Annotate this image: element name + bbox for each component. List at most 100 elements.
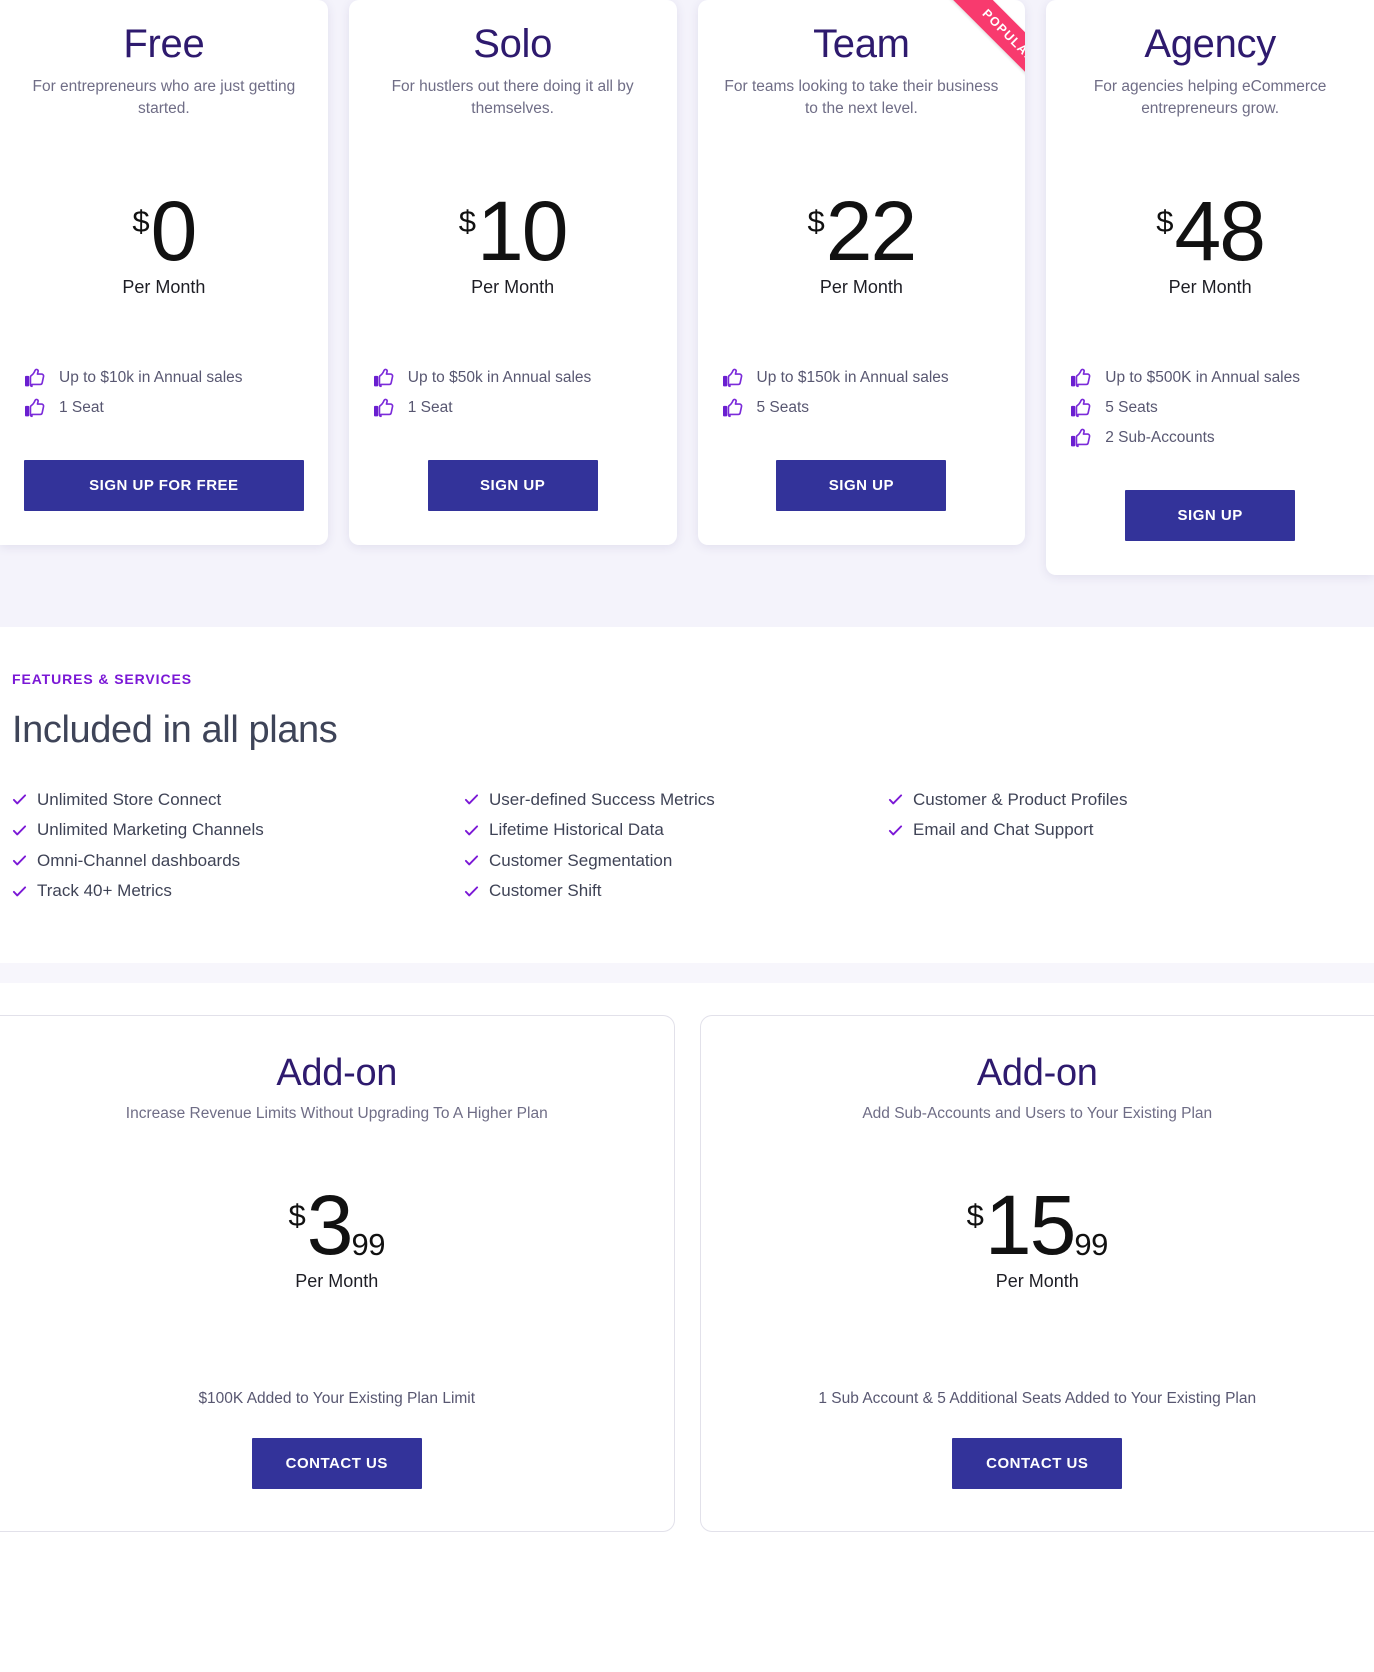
included-feature-item: Track 40+ Metrics [12, 881, 464, 901]
pricing-plans-section: Free For entrepreneurs who are just getti… [0, 0, 1374, 601]
addon-cta-wrap: CONTACT US [952, 1437, 1123, 1489]
thumbs-up-icon [24, 398, 46, 418]
price-amount: 48 [1174, 183, 1266, 278]
plan-feature-label: 1 Seat [407, 398, 453, 416]
features-column-2: User-defined Success Metrics Lifetime His… [464, 790, 888, 902]
addon-price-block: $3 99 Per Month [289, 1183, 386, 1292]
thumbs-up-icon [722, 368, 744, 388]
plan-feature-label: 5 Seats [1105, 398, 1158, 416]
check-icon [12, 853, 27, 868]
price-period: Per Month [295, 1270, 379, 1291]
addon-note: 1 Sub Account & 5 Additional Seats Added… [818, 1389, 1257, 1407]
included-feature-label: Omni-Channel dashboards [37, 850, 241, 870]
plan-feature-list: Up to $150k in Annual sales 5 Seats [722, 368, 1002, 418]
plan-feature-label: Up to $150k in Annual sales [756, 368, 949, 386]
features-column-3: Customer & Product Profiles Email and Cha… [888, 790, 1362, 902]
price-period: Per Month [471, 276, 555, 297]
check-icon [888, 823, 903, 838]
plan-card-team: POPULAR Team For teams looking to take the… [697, 0, 1026, 545]
section-divider-band-lower [0, 963, 1374, 984]
price-period: Per Month [819, 276, 903, 297]
plan-price-block: $48 Per Month [1070, 183, 1350, 298]
features-eyebrow: FEATURES & SERVICES [12, 670, 192, 687]
plan-name: Free [123, 22, 205, 66]
price-amount: 15 [984, 1178, 1076, 1273]
features-title: Included in all plans [12, 708, 338, 751]
addon-note: $100K Added to Your Existing Plan Limit [198, 1389, 476, 1407]
plan-tagline: For hustlers out there doing it all by t… [391, 77, 634, 118]
included-feature-label: Lifetime Historical Data [489, 820, 664, 840]
included-feature-label: Customer & Product Profiles [913, 789, 1128, 809]
addon-name: Add-on [276, 1052, 398, 1095]
plan-card-agency: Agency For agencies helping eCommerce ent… [1046, 0, 1374, 575]
plan-price-line: $22 [722, 189, 1002, 273]
plan-feature-list: Up to $10k in Annual sales 1 Seat [24, 368, 304, 418]
price-period: Per Month [122, 276, 206, 297]
check-icon [12, 884, 27, 899]
plan-feature-item: 2 Sub-Accounts [1070, 428, 1350, 448]
included-feature-item: Unlimited Marketing Channels [12, 820, 464, 840]
plan-signup-button[interactable]: SIGN UP [776, 459, 947, 511]
plan-cta-wrap: SIGN UP [722, 418, 1002, 511]
plan-price-block: $0 Per Month [24, 183, 304, 298]
currency-symbol: $ [132, 203, 150, 239]
thumbs-up-icon [722, 398, 744, 418]
check-icon [464, 853, 479, 868]
section-divider-band [0, 600, 1374, 627]
plan-feature-item: 1 Seat [373, 398, 653, 418]
addon-price-line: $3 99 [289, 1183, 386, 1267]
plan-feature-label: 1 Seat [59, 398, 104, 416]
plan-card-solo: Solo For hustlers out there doing it all … [348, 0, 677, 545]
addon-contact-button[interactable]: CONTACT US [251, 1437, 422, 1489]
addon-price-block: $15 99 Per Month [967, 1178, 1109, 1292]
thumbs-up-icon [1070, 368, 1092, 388]
price-amount: 0 [150, 183, 198, 278]
addon-card-2: Add-on Add Sub-Accounts and Users to Your… [699, 1015, 1374, 1532]
plan-signup-button[interactable]: SIGN UP [427, 459, 598, 511]
plan-tagline: For entrepreneurs who are just getting s… [32, 77, 296, 118]
plan-price-line: $48 [1070, 183, 1350, 278]
included-features-section: FEATURES & SERVICES Included in all plan… [0, 626, 1374, 964]
plan-price-line: $0 [24, 183, 304, 278]
plan-cta-wrap: SIGN UP [373, 418, 653, 511]
plan-cta-wrap: SIGN UP [1070, 448, 1350, 541]
addon-tagline: Add Sub-Accounts and Users to Your Exist… [862, 1105, 1213, 1123]
price-cents: 99 [351, 1226, 385, 1262]
addons-section: Add-on Increase Revenue Limits Without Up… [0, 983, 1374, 1532]
plan-feature-item: Up to $10k in Annual sales [24, 368, 304, 388]
plan-feature-item: Up to $500K in Annual sales [1070, 368, 1350, 388]
plan-feature-item: Up to $150k in Annual sales [722, 368, 1002, 388]
included-feature-label: Unlimited Marketing Channels [37, 820, 264, 840]
pricing-plans-row: Free For entrepreneurs who are just getti… [0, 0, 1374, 575]
addons-row: Add-on Increase Revenue Limits Without Up… [0, 1015, 1374, 1532]
currency-symbol: $ [458, 203, 477, 239]
plan-feature-label: Up to $50k in Annual sales [407, 368, 592, 386]
price-period: Per Month [1168, 276, 1252, 297]
included-feature-label: Track 40+ Metrics [37, 881, 172, 901]
included-feature-label: Email and Chat Support [913, 820, 1094, 840]
addon-tagline: Increase Revenue Limits Without Upgradin… [125, 1105, 548, 1123]
plan-feature-list: Up to $500K in Annual sales 5 Seats 2 Sub-… [1070, 368, 1350, 448]
currency-symbol: $ [1156, 203, 1174, 239]
check-icon [12, 792, 27, 807]
plan-feature-item: 1 Seat [24, 398, 304, 418]
thumbs-up-icon [1070, 398, 1092, 418]
features-grid: Unlimited Store Connect Unlimited Marketi… [12, 790, 1362, 902]
plan-feature-label: Up to $10k in Annual sales [59, 368, 243, 386]
plan-signup-button[interactable]: SIGN UP [1125, 489, 1296, 541]
included-feature-item: Customer Segmentation [464, 851, 888, 871]
included-feature-label: Unlimited Store Connect [37, 789, 222, 809]
included-feature-item: User-defined Success Metrics [464, 790, 888, 810]
plan-signup-button[interactable]: SIGN UP FOR FREE [24, 459, 304, 511]
addon-contact-button[interactable]: CONTACT US [952, 1437, 1123, 1489]
check-icon [464, 884, 479, 899]
plan-cta-wrap: SIGN UP FOR FREE [24, 418, 304, 511]
plan-feature-label: 5 Seats [756, 398, 810, 416]
currency-symbol: $ [807, 203, 825, 239]
plan-feature-label: 2 Sub-Accounts [1105, 428, 1215, 446]
plan-feature-item: 5 Seats [722, 398, 1002, 418]
included-feature-item: Customer Shift [464, 881, 888, 901]
price-cents: 99 [1074, 1226, 1108, 1262]
included-feature-item: Customer & Product Profiles [888, 790, 1362, 810]
check-icon [12, 823, 27, 838]
